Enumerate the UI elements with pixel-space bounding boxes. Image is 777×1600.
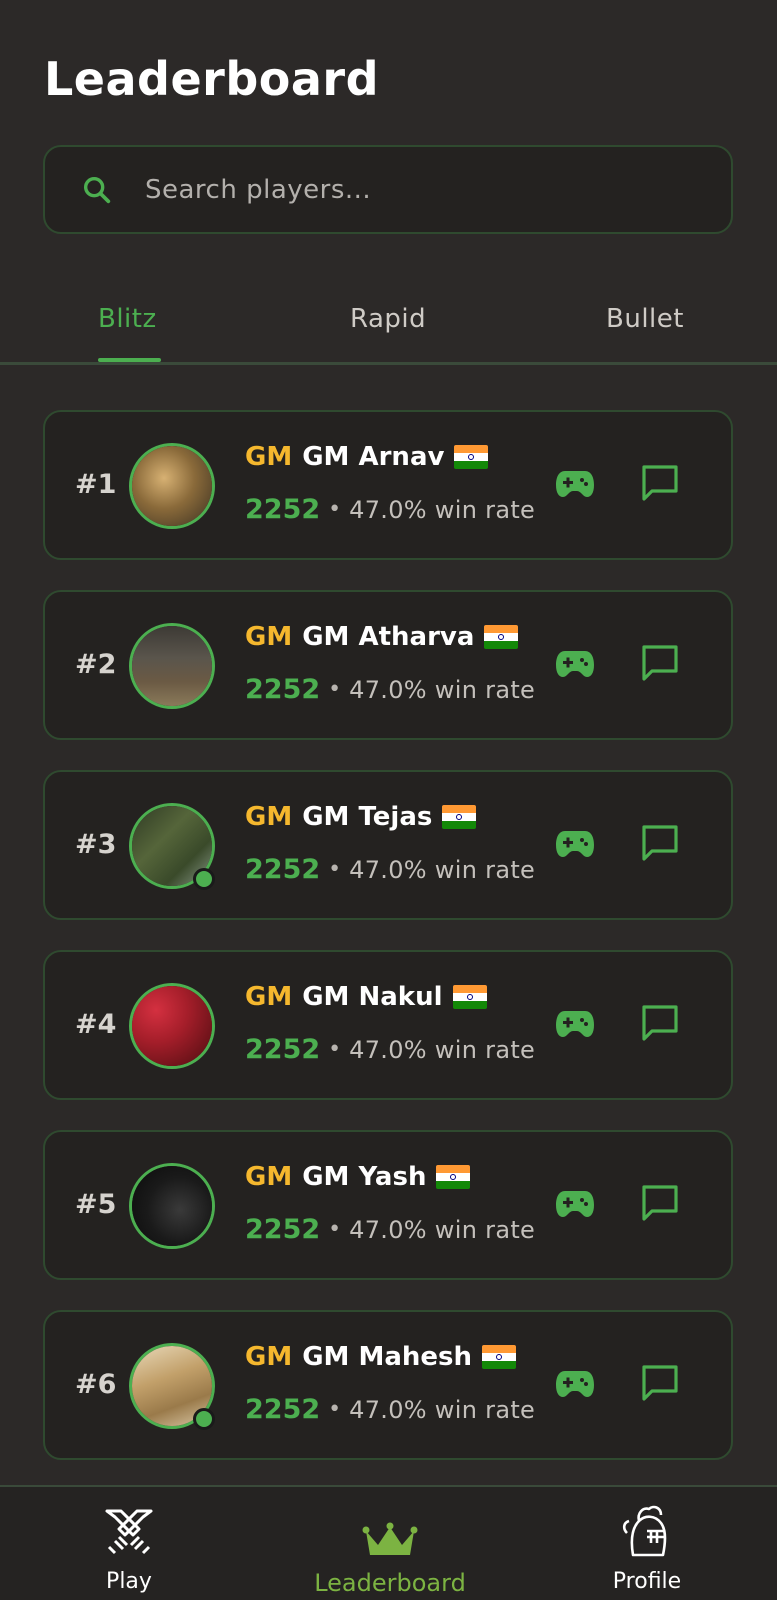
player-rank: #3 — [75, 829, 117, 860]
knight-helmet-icon — [619, 1499, 675, 1561]
player-rank: #5 — [75, 1189, 117, 1220]
player-name[interactable]: GM Tejas — [302, 802, 432, 832]
player-title-badge: GM — [245, 1162, 293, 1192]
gamepad-icon — [555, 649, 595, 683]
player-name[interactable]: GM Yash — [302, 1162, 426, 1192]
chat-bubble-icon — [640, 1003, 680, 1047]
page-title: Leaderboard — [44, 52, 380, 106]
player-title-badge: GM — [245, 1342, 293, 1372]
player-card[interactable]: #3 GM GM Tejas 2252 • 47.0% win rate — [43, 770, 733, 920]
search-bar[interactable]: Search players... — [43, 145, 733, 234]
search-icon — [79, 172, 115, 208]
challenge-button[interactable] — [555, 646, 595, 686]
player-rank: #2 — [75, 649, 117, 680]
player-win-rate: 47.0% win rate — [349, 1035, 536, 1064]
player-rating: 2252 — [245, 494, 321, 525]
gamepad-icon — [555, 1009, 595, 1043]
player-rating: 2252 — [245, 674, 321, 705]
challenge-button[interactable] — [555, 466, 595, 506]
gamepad-icon — [555, 1369, 595, 1403]
player-card[interactable]: #1 GM GM Arnav 2252 • 47.0% win rate — [43, 410, 733, 560]
player-rating: 2252 — [245, 1214, 321, 1245]
nav-leaderboard-label: Leaderboard — [314, 1569, 466, 1597]
player-win-rate: 47.0% win rate — [349, 1215, 536, 1244]
online-status-dot — [193, 868, 215, 890]
player-title-badge: GM — [245, 442, 293, 472]
player-title-badge: GM — [245, 982, 293, 1012]
avatar[interactable] — [129, 623, 215, 709]
chat-bubble-icon — [640, 1363, 680, 1407]
india-flag-icon — [484, 625, 519, 649]
message-button[interactable] — [639, 1004, 681, 1046]
crown-icon — [362, 1499, 418, 1561]
player-win-rate: 47.0% win rate — [349, 495, 536, 524]
message-button[interactable] — [639, 1184, 681, 1226]
player-card[interactable]: #6 GM GM Mahesh 2252 • 47.0% win rate — [43, 1310, 733, 1460]
chat-bubble-icon — [640, 823, 680, 867]
player-card[interactable]: #2 GM GM Atharva 2252 • 47.0% win rate — [43, 590, 733, 740]
tab-bar: Blitz Rapid Bullet — [0, 290, 777, 364]
chat-bubble-icon — [640, 643, 680, 687]
challenge-button[interactable] — [555, 1186, 595, 1226]
online-status-dot — [193, 1408, 215, 1430]
stat-separator: • — [328, 497, 342, 522]
nav-profile[interactable]: Profile — [602, 1487, 692, 1600]
chat-bubble-icon — [640, 463, 680, 507]
stat-separator: • — [328, 857, 342, 882]
nav-profile-label: Profile — [612, 1569, 682, 1594]
nav-play[interactable]: Play — [84, 1487, 174, 1600]
player-name[interactable]: GM Atharva — [302, 622, 474, 652]
india-flag-icon — [482, 1345, 517, 1369]
avatar[interactable] — [129, 983, 215, 1069]
player-title-badge: GM — [245, 622, 293, 652]
stat-separator: • — [328, 677, 342, 702]
search-input[interactable]: Search players... — [145, 175, 371, 205]
gamepad-icon — [555, 469, 595, 503]
gamepad-icon — [555, 1189, 595, 1223]
india-flag-icon — [454, 445, 489, 469]
avatar[interactable] — [129, 1163, 215, 1249]
player-win-rate: 47.0% win rate — [349, 1395, 536, 1424]
nav-leaderboard[interactable]: Leaderboard — [300, 1487, 480, 1600]
chat-bubble-icon — [640, 1183, 680, 1227]
crossed-swords-icon — [101, 1499, 157, 1561]
avatar[interactable] — [129, 443, 215, 529]
tab-blitz[interactable]: Blitz — [98, 304, 157, 334]
challenge-button[interactable] — [555, 826, 595, 866]
india-flag-icon — [436, 1165, 471, 1189]
message-button[interactable] — [639, 824, 681, 866]
challenge-button[interactable] — [555, 1006, 595, 1046]
stat-separator: • — [328, 1037, 342, 1062]
player-rating: 2252 — [245, 1034, 321, 1065]
player-rating: 2252 — [245, 854, 321, 885]
bottom-nav: Play Leaderboard Profile — [0, 1485, 777, 1600]
player-name[interactable]: GM Mahesh — [302, 1342, 472, 1372]
message-button[interactable] — [639, 1364, 681, 1406]
player-rank: #1 — [75, 469, 117, 500]
india-flag-icon — [452, 985, 487, 1009]
player-win-rate: 47.0% win rate — [349, 675, 536, 704]
tab-rapid[interactable]: Rapid — [350, 304, 426, 334]
player-card[interactable]: #5 GM GM Yash 2252 • 47.0% win rate — [43, 1130, 733, 1280]
stat-separator: • — [328, 1397, 342, 1422]
gamepad-icon — [555, 829, 595, 863]
message-button[interactable] — [639, 644, 681, 686]
player-card[interactable]: #4 GM GM Nakul 2252 • 47.0% win rate — [43, 950, 733, 1100]
challenge-button[interactable] — [555, 1366, 595, 1406]
tabs-divider — [0, 362, 777, 365]
player-name[interactable]: GM Nakul — [302, 982, 442, 1012]
india-flag-icon — [442, 805, 477, 829]
player-rank: #4 — [75, 1009, 117, 1040]
player-title-badge: GM — [245, 802, 293, 832]
message-button[interactable] — [639, 464, 681, 506]
player-rank: #6 — [75, 1369, 117, 1400]
player-name[interactable]: GM Arnav — [302, 442, 444, 472]
stat-separator: • — [328, 1217, 342, 1242]
tab-bullet[interactable]: Bullet — [606, 304, 684, 334]
nav-play-label: Play — [106, 1569, 152, 1594]
player-rating: 2252 — [245, 1394, 321, 1425]
player-win-rate: 47.0% win rate — [349, 855, 536, 884]
